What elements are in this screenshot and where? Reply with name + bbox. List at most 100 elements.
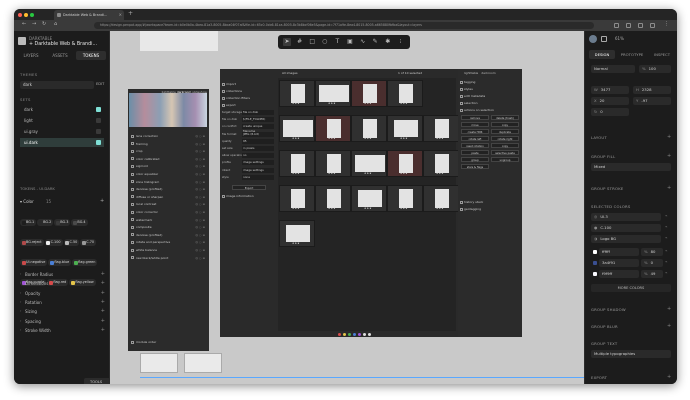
tab-assets[interactable]: ASSETS (46, 51, 74, 60)
set-checkbox[interactable] (96, 107, 101, 112)
star-rating[interactable]: ★★★ (436, 172, 444, 175)
select-tool-icon[interactable]: ➤ (283, 38, 291, 46)
selection-action-button[interactable]: stars & flags (461, 164, 489, 169)
token-property-row[interactable]: › Dimensions + (20, 279, 106, 288)
plugins-tool-icon[interactable]: ⁝ (396, 38, 404, 46)
color-picker-icon[interactable]: ⌁ (665, 259, 667, 264)
selection-action-button[interactable]: remove (461, 115, 489, 120)
star-rating[interactable]: ★★★ (328, 207, 336, 210)
more-colors-button[interactable]: MORE COLORS (591, 284, 671, 292)
color-token-chip[interactable]: BG.1 (20, 219, 37, 226)
thumbnail[interactable]: ★★★ (315, 115, 351, 142)
tab-prototype[interactable]: PROTOTYPE (617, 50, 647, 59)
curve-tool-icon[interactable]: ∿ (359, 38, 367, 46)
export-field[interactable]: file on disk $(FILE_FOLDER) (222, 117, 276, 123)
tab-tokens[interactable]: TOKENS (76, 51, 106, 60)
color-token-chip[interactable]: C.100 (44, 239, 63, 246)
module-controls-icon[interactable]: ◎ ◌ ≡ (195, 232, 205, 238)
thumbnail[interactable]: ★★★ (351, 115, 387, 142)
module-controls-icon[interactable]: ◎ ◌ ≡ (195, 156, 205, 162)
star-rating[interactable]: ★★★ (292, 172, 300, 175)
add-shadow-icon[interactable]: + (667, 306, 671, 312)
token-property-row[interactable]: › Opacity + (20, 289, 106, 298)
selection-action-button[interactable]: group (461, 157, 489, 162)
file-name[interactable]: + Darktable Web & Brandi... (29, 42, 97, 47)
thumbnail[interactable]: ★★★ (387, 115, 423, 142)
lighttable-right-module[interactable]: history stack (458, 199, 522, 205)
thumbnail[interactable]: ★★★ (387, 185, 423, 212)
downloads-icon[interactable] (626, 23, 631, 28)
extensions-icon[interactable] (614, 23, 619, 28)
selection-action-button[interactable]: create HDR (461, 129, 489, 134)
module-controls-icon[interactable]: ◎ ◌ ≡ (195, 141, 205, 147)
token-property-row[interactable]: › Spacing + (20, 317, 106, 326)
darkroom-module[interactable]: crop ◎ ◌ ≡ (129, 148, 207, 154)
color-token-chip[interactable]: BG.4 (71, 219, 88, 226)
height-input[interactable]: H 2328 (633, 86, 671, 94)
image-information-module[interactable]: image information (220, 193, 276, 199)
minimize-window-icon[interactable] (24, 13, 28, 17)
theme-select[interactable]: dark (20, 81, 94, 89)
thumbnail[interactable]: ★★★ (279, 185, 315, 212)
star-rating[interactable]: ★★★ (400, 137, 408, 140)
darkroom-module[interactable]: framing ◎ ◌ ≡ (129, 141, 207, 147)
add-token-icon[interactable]: + (101, 326, 105, 335)
color-label-filter-icon[interactable] (368, 332, 371, 336)
darkroom-module[interactable]: lens correction ◎ ◌ ≡ (129, 133, 207, 139)
color-token-chip[interactable]: UI.negative (20, 259, 48, 266)
color-token-chip[interactable]: BG.3 (54, 219, 71, 226)
module-controls-icon[interactable]: ◎ ◌ ≡ (195, 179, 205, 185)
new-tab-icon[interactable]: + (128, 10, 133, 17)
color-token-chip[interactable]: BG.2 (37, 219, 54, 226)
reload-icon[interactable]: ↻ (42, 21, 46, 27)
module-order-footer[interactable]: module order (129, 339, 207, 345)
module-controls-icon[interactable]: ◎ ◌ ≡ (195, 163, 205, 169)
thumbnail[interactable]: ★★★ (279, 220, 315, 247)
module-controls-icon[interactable]: ◎ ◌ ≡ (195, 171, 205, 177)
token-color-row[interactable]: ◑ Logo BG (591, 235, 661, 243)
selection-action-button[interactable]: copy (491, 122, 519, 127)
add-fill-icon[interactable]: + (667, 153, 671, 159)
profile-icon[interactable] (650, 23, 655, 28)
set-ui-gray[interactable]: ui.gray (20, 127, 104, 136)
export-field[interactable]: quality 95 (222, 138, 276, 144)
maximize-window-icon[interactable] (30, 13, 34, 17)
set-light[interactable]: light (20, 116, 104, 125)
selection-action-button[interactable]: paste (461, 150, 489, 155)
set-checkbox[interactable] (96, 118, 101, 123)
color-opacity-input[interactable]: % 49 (641, 270, 663, 278)
color-hex-input[interactable]: ffffff (599, 248, 639, 256)
add-token-icon[interactable]: + (101, 307, 105, 316)
thumbnail[interactable]: ★★★ (351, 185, 387, 212)
star-rating[interactable]: ★★★ (292, 102, 300, 105)
color-hex-input[interactable]: f9f9ff (599, 270, 639, 278)
selection-action-button[interactable]: duplicate (491, 129, 519, 134)
selection-action-button[interactable]: rotate left (461, 136, 489, 141)
y-input[interactable]: Y -97 (633, 97, 671, 105)
color-swatch[interactable] (593, 261, 597, 265)
star-rating[interactable]: ★★★ (292, 242, 300, 245)
thumbnail[interactable]: ★★★ (279, 115, 315, 142)
layer-blend-select[interactable]: Normal (591, 65, 635, 73)
fill-value[interactable]: Mixed (591, 163, 671, 171)
export-field[interactable]: intent image settings (222, 167, 276, 173)
field-value[interactable]: file on disk (242, 110, 274, 115)
selection-action-button[interactable]: reset rotation (461, 143, 489, 148)
darkroom-module[interactable]: raw black/white point ◎ ◌ ≡ (129, 255, 207, 261)
frame-tool-icon[interactable]: # (296, 38, 304, 46)
color-token-chip[interactable]: C.50 (63, 239, 80, 246)
export-field[interactable]: on conflict create unique filename (222, 124, 276, 133)
color-token-chip[interactable]: BG.reject (20, 239, 44, 246)
set-checkbox[interactable] (96, 129, 101, 134)
thumbnail[interactable]: ★★★ (279, 80, 315, 107)
group-fill-section[interactable]: GROUP FILL + (591, 153, 671, 159)
home-icon[interactable]: ⌂ (54, 21, 57, 27)
rect-tool-icon[interactable]: □ (308, 38, 316, 46)
set-checkbox[interactable] (96, 140, 101, 145)
tab-inspect[interactable]: INSPECT (649, 50, 675, 59)
add-token-icon[interactable]: + (101, 289, 105, 298)
star-rating[interactable]: ★★★ (328, 172, 336, 175)
lighttable-module[interactable]: import (220, 81, 276, 87)
field-value[interactable]: create unique filename (242, 124, 274, 133)
color-label-filter-icon[interactable] (358, 332, 361, 336)
